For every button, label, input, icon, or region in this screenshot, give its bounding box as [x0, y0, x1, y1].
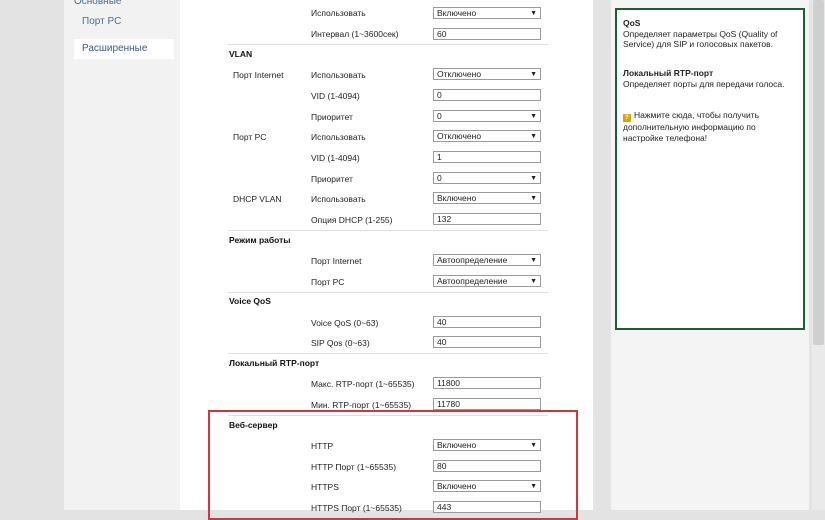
help-qos-text: Определяет параметры QoS (Quality of Ser… [623, 28, 778, 50]
mode-pc-select[interactable]: Автоопределение ▼ [433, 275, 541, 287]
row-label: VID (1-4094) [311, 91, 360, 101]
select-value: Автоопределение [437, 276, 508, 286]
section-title-vlan: VLAN [229, 49, 253, 59]
http-select[interactable]: Включено ▼ [433, 439, 541, 451]
group-label-internet-port: Порт Internet [233, 70, 284, 80]
group-label-dhcp-vlan: DHCP VLAN [233, 194, 282, 204]
select-value: Включено [437, 481, 477, 491]
row-label: Интервал (1~3600сек) [311, 29, 399, 39]
row-label: Использовать [311, 8, 366, 18]
select-value: Включено [437, 193, 477, 203]
help-hint-text[interactable]: Нажмите сюда, чтобы получить дополнитель… [623, 110, 759, 143]
dhcp-option-input[interactable]: 132 [433, 213, 541, 225]
row-label: Мин. RTP-порт (1~65535) [311, 400, 412, 410]
https-select[interactable]: Включено ▼ [433, 480, 541, 492]
select-value: Включено [437, 440, 477, 450]
divider [228, 415, 548, 416]
row-label: Приоритет [311, 174, 353, 184]
use-select[interactable]: Включено ▼ [433, 7, 541, 19]
help-hint[interactable]: ? Нажмите сюда, чтобы получить дополнител… [623, 110, 795, 143]
row-label: Опция DHCP (1-255) [311, 215, 393, 225]
https-port-input[interactable]: 443 [433, 501, 541, 513]
row-label: HTTPS Порт (1~65535) [311, 503, 402, 513]
section-title-rtp: Локальный RTP-порт [229, 358, 320, 368]
question-icon: ? [623, 114, 631, 122]
help-box-inner: QoS Определяет параметры QoS (Quality of… [617, 10, 803, 328]
dropdown-arrow-icon: ▼ [530, 483, 537, 490]
vlan-internet-use-select[interactable]: Отключено ▼ [433, 68, 541, 80]
http-port-input[interactable]: 80 [433, 460, 541, 472]
mode-internet-select[interactable]: Автоопределение ▼ [433, 254, 541, 266]
vlan-internet-vid-input[interactable]: 0 [433, 89, 541, 101]
dhcp-vlan-use-select[interactable]: Включено ▼ [433, 192, 541, 204]
select-value: 0 [437, 111, 442, 121]
vlan-pc-priority-select[interactable]: 0 ▼ [433, 172, 541, 184]
help-qos-title: QoS [623, 18, 641, 28]
dropdown-arrow-icon: ▼ [530, 10, 537, 17]
sip-qos-input[interactable]: 40 [433, 336, 541, 348]
group-label-pc-port: Порт PC [233, 132, 267, 142]
select-value: Отключено [437, 69, 482, 79]
row-label: Макс. RTP-порт (1~65535) [311, 379, 415, 389]
select-value: Автоопределение [437, 255, 508, 265]
help-rtp-title: Локальный RTP-порт [623, 68, 714, 78]
row-label: Использовать [311, 132, 366, 142]
left-sidebar: Основные Порт PC Расширенные [64, 0, 180, 510]
divider [228, 230, 548, 231]
interval-input[interactable]: 60 [433, 28, 541, 40]
dropdown-arrow-icon: ▼ [530, 133, 537, 140]
divider [228, 353, 548, 354]
dropdown-arrow-icon: ▼ [530, 113, 537, 120]
nav-item-advanced[interactable]: Расширенные [74, 39, 174, 59]
row-label: HTTP [311, 441, 334, 451]
dropdown-arrow-icon: ▼ [530, 278, 537, 285]
help-qos: QoS Определяет параметры QoS (Quality of… [623, 18, 795, 50]
divider [228, 292, 548, 293]
dropdown-arrow-icon: ▼ [530, 442, 537, 449]
help-sidebar: QoS Определяет параметры QoS (Quality of… [611, 0, 809, 510]
dropdown-arrow-icon: ▼ [530, 71, 537, 78]
select-value: Отключено [437, 131, 482, 141]
divider [228, 44, 548, 45]
help-rtp-text: Определяет порты для передачи голоса. [623, 78, 785, 89]
row-label: Voice QoS (0~63) [311, 318, 379, 328]
vlan-pc-use-select[interactable]: Отключено ▼ [433, 130, 541, 142]
row-label: HTTP Порт (1~65535) [311, 462, 397, 472]
help-box: QoS Определяет параметры QoS (Quality of… [615, 8, 805, 330]
dropdown-arrow-icon: ▼ [530, 175, 537, 182]
nav-item-basic[interactable]: Основные [74, 0, 174, 12]
dropdown-arrow-icon: ▼ [530, 257, 537, 264]
scrollbar[interactable] [812, 0, 825, 510]
scrollbar-thumb[interactable] [813, 0, 824, 345]
row-label: Использовать [311, 194, 366, 204]
row-label: Использовать [311, 70, 366, 80]
select-value: 0 [437, 173, 442, 183]
rtp-min-input[interactable]: 11780 [433, 398, 541, 410]
section-title-web-server: Веб-сервер [229, 420, 278, 430]
row-label: Порт PC [311, 277, 345, 287]
row-label: SIP Qos (0~63) [311, 338, 370, 348]
select-value: Включено [437, 8, 477, 18]
help-rtp: Локальный RTP-порт Определяет порты для … [623, 68, 795, 89]
voice-qos-input[interactable]: 40 [433, 316, 541, 328]
rtp-max-input[interactable]: 11800 [433, 377, 541, 389]
vlan-internet-priority-select[interactable]: 0 ▼ [433, 110, 541, 122]
row-label: VID (1-4094) [311, 153, 360, 163]
row-label: Приоритет [311, 112, 353, 122]
vlan-pc-vid-input[interactable]: 1 [433, 151, 541, 163]
section-title-mode: Режим работы [229, 235, 291, 245]
dropdown-arrow-icon: ▼ [530, 195, 537, 202]
nav-item-pc-port[interactable]: Порт PC [74, 12, 182, 32]
row-label: Порт Internet [311, 256, 362, 266]
section-title-voice-qos: Voice QoS [229, 296, 271, 306]
row-label: HTTPS [311, 482, 339, 492]
